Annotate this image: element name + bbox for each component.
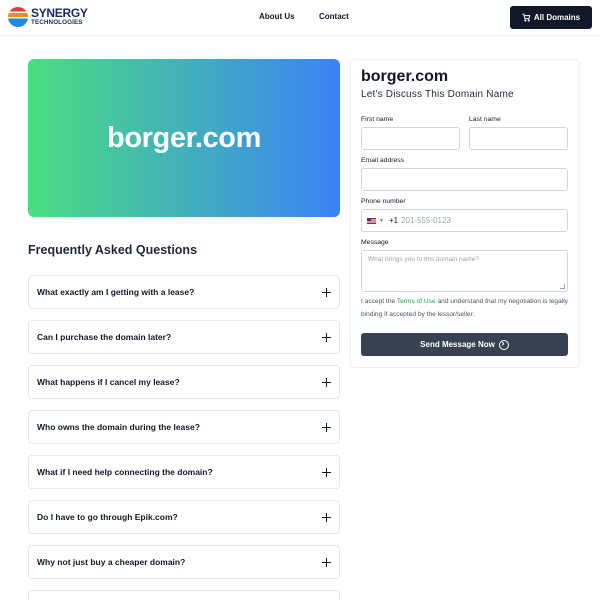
faq-item[interactable]: What exactly am I getting with a lease? — [28, 275, 340, 309]
faq-question: Can I purchase the domain later? — [37, 332, 172, 342]
logo[interactable]: SYNERGY TECHNOLOGIES — [8, 7, 88, 27]
cart-icon — [522, 13, 531, 22]
faq-item[interactable]: Can I purchase the domain later? — [28, 320, 340, 354]
contact-form-card: borger.com Let's Discuss This Domain Nam… — [350, 59, 580, 368]
email-field[interactable] — [361, 168, 568, 191]
resize-handle-icon[interactable] — [560, 284, 565, 289]
domain-hero-banner: borger.com — [28, 59, 340, 217]
phone-field[interactable]: ▼ +1 201-555-0123 — [361, 209, 568, 232]
message-label: Message — [361, 239, 389, 246]
plus-icon — [322, 512, 331, 522]
first-name-field[interactable] — [361, 127, 460, 150]
send-message-button[interactable]: Send Message Now — [361, 333, 568, 356]
all-domains-button[interactable]: All Domains — [510, 6, 592, 29]
first-name-label: First name — [361, 116, 394, 123]
faq-question: Who owns the domain during the lease? — [37, 422, 200, 432]
faq-item-partial[interactable] — [28, 590, 340, 600]
plus-icon — [322, 467, 331, 477]
faq-question: Why not just buy a cheaper domain? — [37, 557, 186, 567]
faq-item[interactable]: Do I have to go through Epik.com? — [28, 500, 340, 534]
us-flag-icon[interactable] — [367, 217, 376, 224]
chevron-down-icon[interactable]: ▼ — [379, 218, 384, 224]
plus-icon — [322, 377, 331, 387]
logo-name: SYNERGY — [31, 6, 88, 21]
hero-domain-name: borger.com — [107, 121, 261, 154]
faq-heading: Frequently Asked Questions — [28, 243, 198, 257]
email-label: Email address — [361, 157, 405, 164]
plus-icon — [322, 332, 331, 342]
faq-question: What exactly am I getting with a lease? — [37, 287, 195, 297]
message-textarea[interactable]: What brings you to this domain name? — [361, 250, 568, 292]
site-header: SYNERGY TECHNOLOGIES About Us Contact Al… — [0, 0, 600, 36]
plus-icon — [322, 287, 331, 297]
terms-text: I accept the Terms of Use and understand… — [361, 296, 573, 321]
nav-contact[interactable]: Contact — [319, 12, 349, 21]
form-domain-title: borger.com — [361, 68, 449, 85]
form-subtitle: Let's Discuss This Domain Name — [361, 89, 514, 100]
phone-label: Phone number — [361, 198, 406, 205]
arrow-right-circle-icon — [498, 338, 509, 350]
terms-pre: I accept the — [361, 298, 397, 305]
plus-icon — [322, 422, 331, 432]
logo-subtitle: TECHNOLOGIES — [31, 19, 83, 27]
logo-globe-icon — [8, 7, 28, 27]
plus-icon — [322, 557, 331, 567]
faq-question: What happens if I cancel my lease? — [37, 377, 180, 387]
faq-item[interactable]: Why not just buy a cheaper domain? — [28, 545, 340, 579]
terms-of-use-link[interactable]: Terms of Use — [397, 298, 436, 305]
faq-item[interactable]: What if I need help connecting the domai… — [28, 455, 340, 489]
faq-question: What if I need help connecting the domai… — [37, 467, 213, 477]
last-name-label: Last name — [469, 116, 501, 123]
phone-country-code: +1 — [388, 216, 399, 225]
all-domains-label: All Domains — [533, 13, 581, 22]
faq-item[interactable]: Who owns the domain during the lease? — [28, 410, 340, 444]
message-placeholder: What brings you to this domain name? — [368, 256, 479, 263]
send-message-label: Send Message Now — [420, 340, 495, 349]
faq-item[interactable]: What happens if I cancel my lease? — [28, 365, 340, 399]
last-name-field[interactable] — [469, 127, 568, 150]
phone-placeholder: 201-555-0123 — [401, 216, 451, 225]
faq-question: Do I have to go through Epik.com? — [37, 512, 178, 522]
nav-about-us[interactable]: About Us — [259, 12, 295, 21]
